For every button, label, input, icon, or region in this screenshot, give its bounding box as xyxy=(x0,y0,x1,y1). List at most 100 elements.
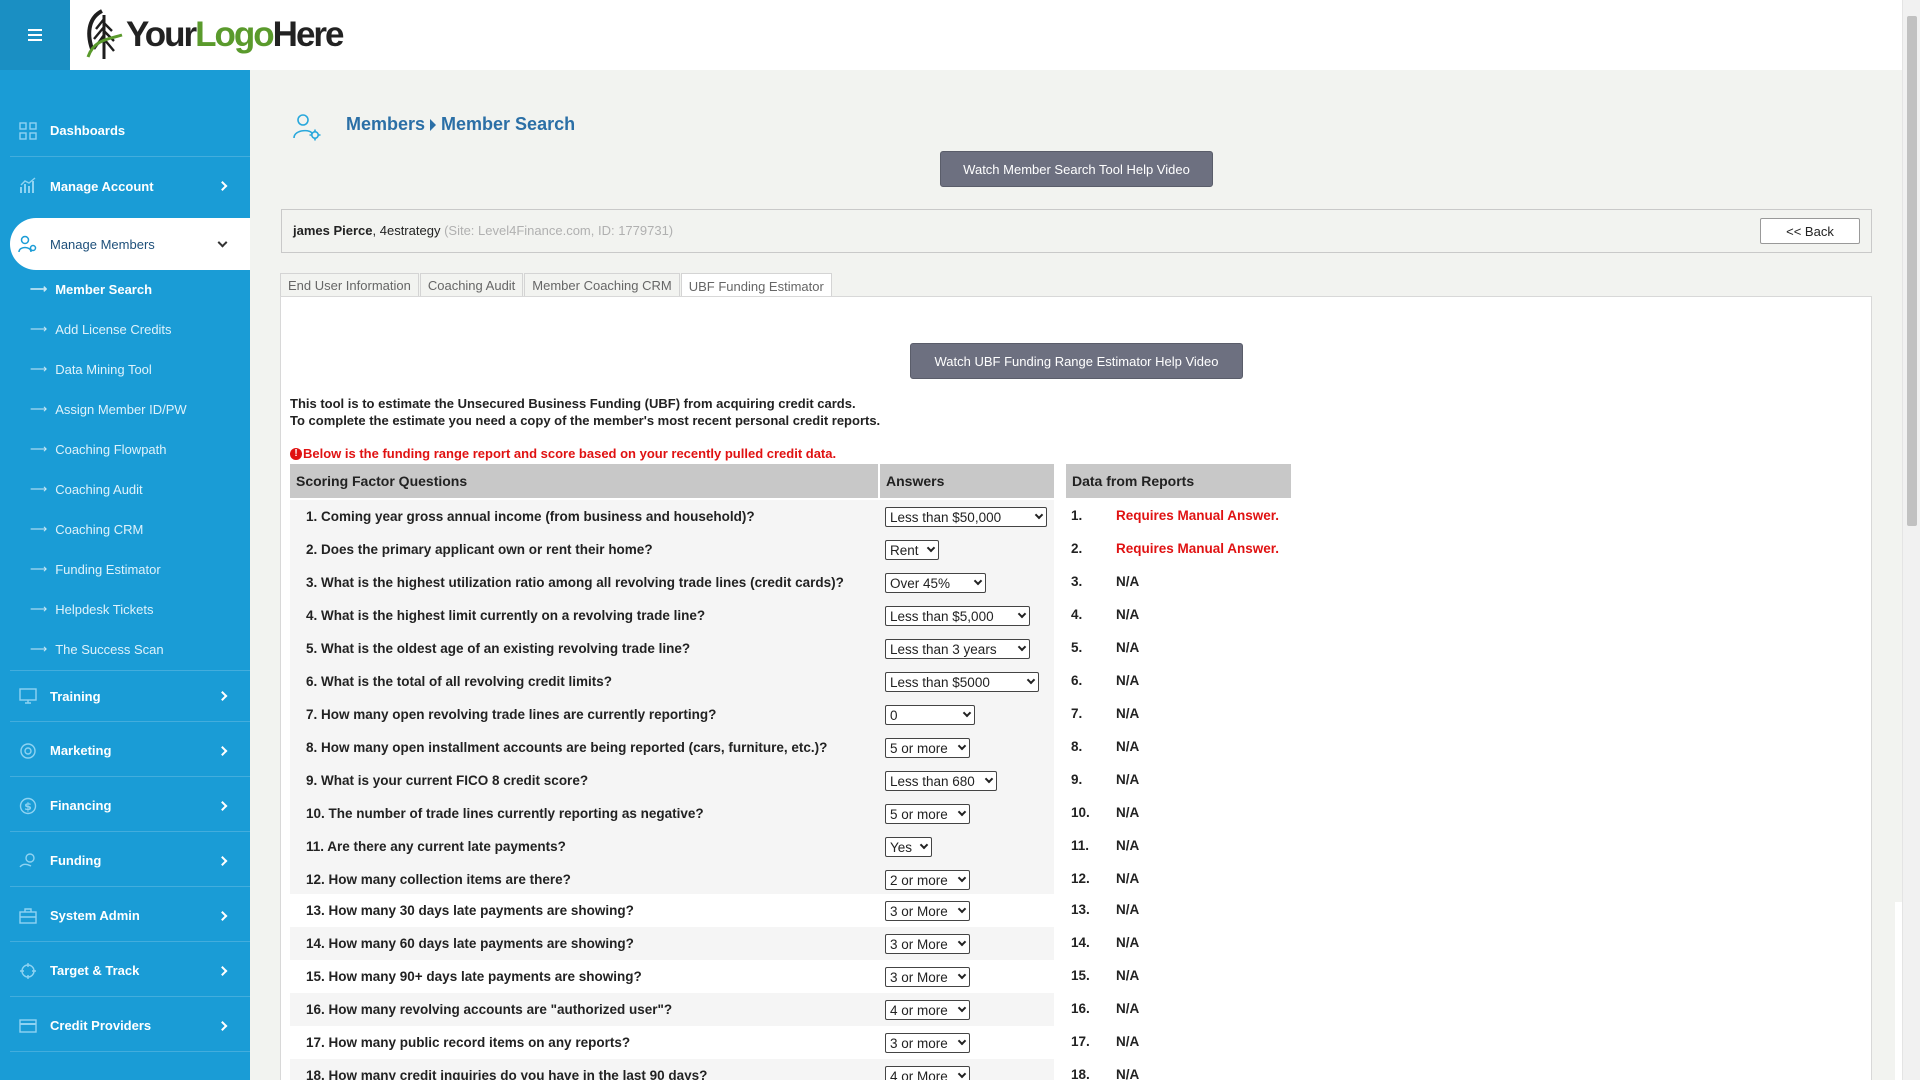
table-row: 17. How many public record items on any … xyxy=(290,1026,1054,1059)
answer-select[interactable]: 4 or More xyxy=(885,1066,970,1080)
sidebar-subitem-add-license-credits[interactable]: ⟶ Add License Credits xyxy=(30,319,172,339)
answer-select[interactable]: Less than 680 xyxy=(885,771,997,791)
answer-select[interactable]: 3 or More xyxy=(885,967,970,987)
sidebar-item-manage-account[interactable]: Manage Account xyxy=(10,160,250,212)
answer-select[interactable]: Yes xyxy=(885,837,932,857)
logo[interactable]: YourLogoHere xyxy=(80,6,345,64)
sidebar-subitem-coaching-crm[interactable]: ⟶ Coaching CRM xyxy=(30,519,143,539)
card-icon xyxy=(18,1016,38,1036)
answer-select-value: Rent xyxy=(890,542,919,558)
sidebar-subitem-member-search[interactable]: ⟶ Member Search xyxy=(30,279,152,299)
chevron-right-icon xyxy=(217,800,228,811)
sidebar-subitem-assign-member-id[interactable]: ⟶ Assign Member ID/PW xyxy=(30,399,187,419)
answer-select[interactable]: 5 or more xyxy=(885,804,970,824)
sidebar-item-label: Manage Members xyxy=(50,236,155,252)
sidebar-subitem-label: The Success Scan xyxy=(55,641,164,657)
chevron-down-icon xyxy=(957,970,967,980)
report-value: N/A xyxy=(1116,739,1140,754)
breadcrumb-separator-icon xyxy=(430,118,437,131)
sidebar-item-marketing[interactable]: Marketing xyxy=(10,725,250,777)
report-row-number: 15. xyxy=(1071,968,1090,983)
answer-select[interactable]: 0 xyxy=(885,705,975,725)
answer-select-value: Less than 3 years xyxy=(890,641,997,657)
arrow-right-icon: ⟶ xyxy=(30,402,48,416)
intro-line-1: This tool is to estimate the Unsecured B… xyxy=(290,396,856,411)
scrollbar-thumb[interactable] xyxy=(1907,16,1917,526)
sidebar-item-system-admin[interactable]: System Admin xyxy=(10,890,250,942)
chevron-right-icon xyxy=(217,855,228,866)
table-row: 1. Coming year gross annual income (from… xyxy=(290,500,1054,533)
tab-coaching-audit[interactable]: Coaching Audit xyxy=(419,273,524,297)
sidebar-subitem-funding-estimator[interactable]: ⟶ Funding Estimator xyxy=(30,559,161,579)
watch-ubf-video-button[interactable]: Watch UBF Funding Range Estimator Help V… xyxy=(910,343,1243,379)
sidebar-item-credit-providers[interactable]: Credit Providers xyxy=(10,1000,250,1052)
sidebar-item-label: Marketing xyxy=(50,743,112,758)
table-row: 2. Does the primary applicant own or ren… xyxy=(290,533,1054,566)
sidebar-item-funding[interactable]: Funding xyxy=(10,835,250,887)
sidebar-subitem-coaching-audit[interactable]: ⟶ Coaching Audit xyxy=(30,479,143,499)
report-row-number: 17. xyxy=(1071,1034,1090,1049)
answer-select-value: 2 or more xyxy=(890,872,948,888)
answer-select[interactable]: Rent xyxy=(885,540,939,560)
tab-member-coaching-crm[interactable]: Member Coaching CRM xyxy=(524,273,680,297)
arrow-right-icon: ⟶ xyxy=(30,602,48,616)
chevron-right-icon xyxy=(217,745,228,756)
sidebar: Dashboards Manage Account Manage Members… xyxy=(0,70,250,1080)
sidebar-item-manage-members[interactable]: Manage Members xyxy=(10,218,250,270)
breadcrumb: Members Member Search xyxy=(346,114,575,135)
sidebar-item-label: Funding xyxy=(50,853,102,868)
answer-select[interactable]: 4 or more xyxy=(885,1000,970,1020)
report-value: N/A xyxy=(1116,968,1140,983)
answer-select[interactable]: 3 or More xyxy=(885,901,970,921)
sidebar-subitem-label: Member Search xyxy=(55,281,153,297)
answer-select[interactable]: 3 or more xyxy=(885,1033,970,1053)
member-site-info: (Site: Level4Finance.com, ID: 1779731) xyxy=(440,223,674,238)
answer-select-value: 3 or more xyxy=(890,1035,948,1051)
question-text: 6. What is the total of all revolving cr… xyxy=(306,674,613,689)
back-button[interactable]: << Back xyxy=(1760,218,1860,244)
briefcase-icon xyxy=(18,906,38,926)
watch-help-video-button[interactable]: Watch Member Search Tool Help Video xyxy=(940,151,1213,187)
sidebar-item-training[interactable]: Training xyxy=(10,670,250,722)
tab-ubf-funding-estimator[interactable]: UBF Funding Estimator xyxy=(680,273,832,298)
table-row: 5. What is the oldest age of an existing… xyxy=(290,632,1054,665)
header-data-from-reports: Data from Reports xyxy=(1066,464,1291,498)
answer-select[interactable]: Over 45% xyxy=(885,573,986,593)
answer-select[interactable]: Less than $50,000 xyxy=(885,507,1047,527)
sidebar-item-target-track[interactable]: Target & Track xyxy=(10,945,250,997)
member-name: james Pierce xyxy=(293,223,373,238)
menu-toggle-button[interactable] xyxy=(0,0,70,70)
sidebar-subitem-helpdesk-tickets[interactable]: ⟶ Helpdesk Tickets xyxy=(30,599,153,619)
chevron-down-icon xyxy=(957,1003,967,1013)
report-value: N/A xyxy=(1116,574,1140,589)
vertical-scrollbar[interactable] xyxy=(1902,0,1920,1080)
answer-select[interactable]: Less than $5000 xyxy=(885,672,1039,692)
chevron-down-icon xyxy=(957,807,967,817)
answer-select[interactable]: 2 or more xyxy=(885,870,970,890)
answer-select[interactable]: 5 or more xyxy=(885,738,970,758)
sidebar-item-financing[interactable]: $ Financing xyxy=(10,780,250,832)
breadcrumb-members-link[interactable]: Members xyxy=(346,114,425,135)
report-value: N/A xyxy=(1116,935,1140,950)
table-row: 3. What is the highest utilization ratio… xyxy=(290,566,1054,599)
sidebar-item-dashboards[interactable]: Dashboards xyxy=(10,105,250,157)
sidebar-subitem-label: Coaching CRM xyxy=(55,521,144,537)
report-row-number: 9. xyxy=(1071,772,1083,787)
report-value: N/A xyxy=(1116,838,1140,853)
answer-select[interactable]: Less than $5,000 xyxy=(885,606,1030,626)
answer-select[interactable]: Less than 3 years xyxy=(885,639,1030,659)
logo-text-here: Here xyxy=(272,15,345,54)
report-value: Requires Manual Answer. xyxy=(1116,541,1280,556)
sidebar-subitem-success-scan[interactable]: ⟶ The Success Scan xyxy=(30,639,164,659)
dollar-icon: $ xyxy=(18,796,38,816)
answer-select[interactable]: 3 or More xyxy=(885,934,970,954)
chart-icon xyxy=(18,176,38,196)
page-edge xyxy=(1895,902,1902,1080)
table-row: 4. What is the highest limit currently o… xyxy=(290,599,1054,632)
member-company: , 4estrategy xyxy=(372,223,441,238)
sidebar-subitem-coaching-flowpath[interactable]: ⟶ Coaching Flowpath xyxy=(30,439,167,459)
tab-end-user-information[interactable]: End User Information xyxy=(280,273,419,297)
question-text: 12. How many collection items are there? xyxy=(306,872,571,887)
sidebar-subitem-data-mining-tool[interactable]: ⟶ Data Mining Tool xyxy=(30,359,152,379)
report-row-number: 3. xyxy=(1071,574,1083,589)
